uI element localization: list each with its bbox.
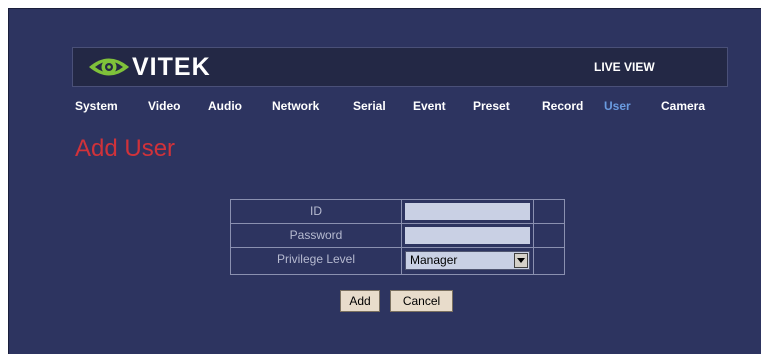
privilege-level-select[interactable]: Manager bbox=[405, 251, 530, 270]
privilege-level-label: Privilege Level bbox=[231, 248, 402, 274]
id-field-cell bbox=[402, 200, 534, 223]
app-frame: VITEK LIVE VIEW System Video Audio Netwo… bbox=[8, 8, 761, 354]
brand-logo: VITEK bbox=[88, 53, 211, 81]
nav-item-audio[interactable]: Audio bbox=[208, 99, 242, 113]
nav-item-system[interactable]: System bbox=[75, 99, 118, 113]
header-bar: VITEK LIVE VIEW bbox=[72, 47, 728, 87]
add-button[interactable]: Add bbox=[340, 290, 380, 312]
id-input[interactable] bbox=[405, 203, 530, 220]
page-title: Add User bbox=[75, 135, 176, 162]
live-view-link[interactable]: LIVE VIEW bbox=[594, 60, 655, 74]
nav-item-network[interactable]: Network bbox=[272, 99, 319, 113]
password-input[interactable] bbox=[405, 227, 530, 244]
form-row-privilege: Privilege Level Manager bbox=[231, 248, 564, 274]
nav-item-preset[interactable]: Preset bbox=[473, 99, 510, 113]
nav-item-serial[interactable]: Serial bbox=[353, 99, 386, 113]
dropdown-arrow-icon[interactable] bbox=[514, 253, 528, 268]
logo-text: VITEK bbox=[132, 53, 211, 81]
form-row-id: ID bbox=[231, 200, 564, 224]
main-nav: System Video Audio Network Serial Event … bbox=[9, 99, 761, 115]
cancel-button[interactable]: Cancel bbox=[390, 290, 453, 312]
nav-item-camera[interactable]: Camera bbox=[661, 99, 705, 113]
nav-item-video[interactable]: Video bbox=[148, 99, 180, 113]
password-label: Password bbox=[231, 224, 402, 247]
add-user-form: ID Password Privilege Level Manager bbox=[230, 199, 565, 275]
form-row-password: Password bbox=[231, 224, 564, 248]
password-field-cell bbox=[402, 224, 534, 247]
eye-logo-icon bbox=[89, 58, 129, 76]
nav-item-event[interactable]: Event bbox=[413, 99, 446, 113]
privilege-level-value: Manager bbox=[410, 253, 458, 267]
nav-item-user[interactable]: User bbox=[604, 99, 631, 113]
privilege-field-cell: Manager bbox=[402, 248, 534, 274]
nav-item-record[interactable]: Record bbox=[542, 99, 583, 113]
id-label: ID bbox=[231, 200, 402, 223]
